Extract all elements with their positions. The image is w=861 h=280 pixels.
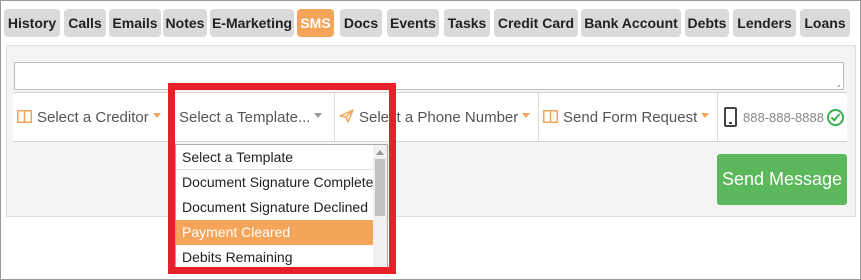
form-request-select-label: Send Form Request bbox=[563, 108, 698, 126]
template-select[interactable]: Select a Template... bbox=[173, 93, 335, 141]
phone-number-select-label: Select a Phone Number bbox=[359, 108, 519, 126]
chevron-down-icon bbox=[314, 112, 323, 118]
sms-toolbar: Select a Creditor Select a Template... S… bbox=[13, 92, 847, 142]
tab-loans[interactable]: Loans bbox=[800, 9, 850, 37]
chevron-down-icon bbox=[701, 112, 710, 118]
tab-e-marketing[interactable]: E-Marketing bbox=[210, 9, 294, 37]
template-select-label: Select a Template... bbox=[179, 108, 311, 126]
tab-history[interactable]: History bbox=[4, 9, 60, 37]
resize-grip-icon[interactable] bbox=[833, 79, 841, 87]
phone-display: 888-888-8888 bbox=[718, 93, 847, 141]
columns-icon bbox=[543, 109, 558, 125]
message-textarea[interactable] bbox=[14, 62, 844, 90]
tab-lenders[interactable]: Lenders bbox=[733, 9, 796, 37]
tab-notes[interactable]: Notes bbox=[163, 9, 207, 37]
paper-plane-icon bbox=[339, 109, 354, 125]
creditor-select-label: Select a Creditor bbox=[37, 108, 149, 126]
creditor-select[interactable]: Select a Creditor bbox=[13, 93, 173, 141]
tab-events[interactable]: Events bbox=[387, 9, 439, 37]
dropdown-option[interactable]: Document Signature Declined bbox=[176, 195, 374, 220]
columns-icon bbox=[17, 109, 32, 125]
phone-number-value: 888-888-8888 bbox=[743, 109, 824, 125]
tab-docs[interactable]: Docs bbox=[340, 9, 382, 37]
template-dropdown-list: Select a Template Document Signature Com… bbox=[175, 144, 388, 270]
mobile-phone-icon bbox=[724, 107, 737, 127]
scroll-thumb[interactable] bbox=[375, 159, 385, 216]
tab-credit-card[interactable]: Credit Card bbox=[494, 9, 578, 37]
dropdown-option[interactable]: Select a Template bbox=[176, 145, 374, 170]
tab-calls[interactable]: Calls bbox=[64, 9, 106, 37]
chevron-down-icon bbox=[522, 112, 531, 118]
phone-number-select[interactable]: Select a Phone Number bbox=[335, 93, 539, 141]
tab-tasks[interactable]: Tasks bbox=[444, 9, 490, 37]
dropdown-option[interactable]: Debits Remaining bbox=[176, 245, 374, 269]
form-request-select[interactable]: Send Form Request bbox=[539, 93, 718, 141]
tab-sms[interactable]: SMS bbox=[297, 9, 334, 37]
dropdown-scrollbar[interactable] bbox=[373, 145, 387, 269]
check-circle-icon bbox=[826, 108, 844, 126]
dropdown-option[interactable]: Document Signature Complete bbox=[176, 170, 374, 195]
tab-bank-account[interactable]: Bank Account bbox=[581, 9, 681, 37]
chevron-down-icon bbox=[152, 112, 161, 118]
scroll-up-arrow-icon[interactable] bbox=[376, 150, 384, 155]
tab-emails[interactable]: Emails bbox=[109, 9, 161, 37]
dropdown-option-highlighted[interactable]: Payment Cleared bbox=[176, 220, 374, 245]
tab-debts[interactable]: Debts bbox=[685, 9, 729, 37]
send-message-button[interactable]: Send Message bbox=[717, 154, 847, 205]
